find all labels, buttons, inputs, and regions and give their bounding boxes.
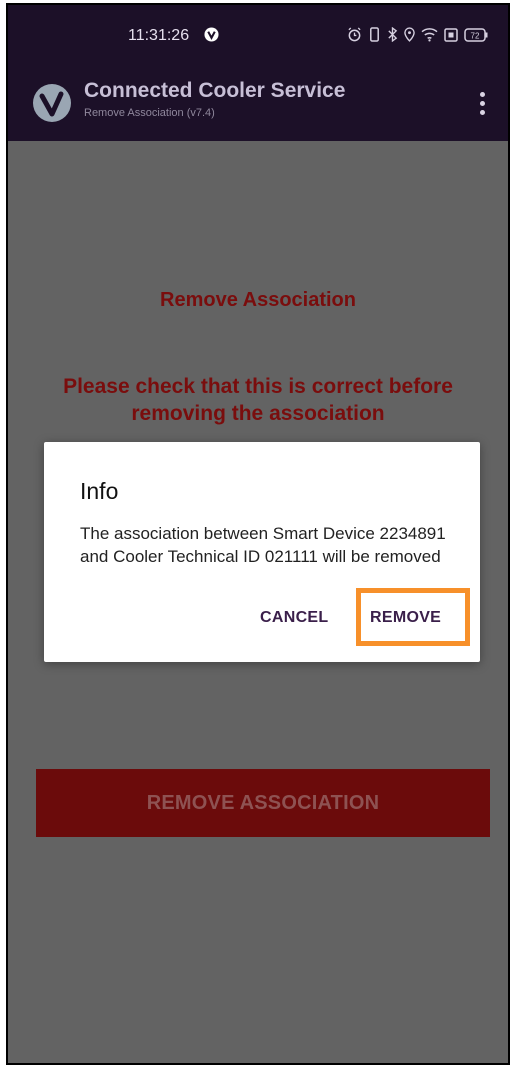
- remove-button[interactable]: REMOVE: [370, 609, 441, 627]
- app-logo-icon: [33, 84, 71, 122]
- location-icon: [404, 27, 415, 42]
- more-vert-icon: [479, 91, 485, 97]
- dialog-title: Info: [80, 478, 119, 504]
- phone-screen: 11:31:26 72 Connected Cooler Service Rem…: [6, 3, 510, 1065]
- status-time: 11:31:26: [128, 27, 190, 44]
- cancel-button[interactable]: CANCEL: [260, 609, 328, 627]
- page-title: Remove Association: [160, 289, 356, 311]
- wifi-icon: [421, 28, 438, 42]
- vpn-icon: [204, 27, 219, 42]
- battery-icon: 72: [464, 27, 488, 42]
- nfc-icon: [444, 27, 458, 42]
- dialog-message: The association between Smart Device 223…: [80, 524, 446, 566]
- info-dialog: Info The association between Smart Devic…: [44, 442, 480, 662]
- vibrate-icon: [370, 27, 379, 42]
- app-subtitle: Remove Association (v7.4): [84, 107, 215, 119]
- status-bar: 11:31:26 72: [8, 5, 508, 69]
- warning-text: Please check that this is correct before…: [63, 375, 453, 425]
- bluetooth-icon: [388, 27, 398, 42]
- overflow-menu-button[interactable]: [470, 85, 494, 121]
- app-bar: Connected Cooler Service Remove Associat…: [8, 69, 508, 141]
- remove-association-button[interactable]: REMOVE ASSOCIATION: [36, 769, 490, 837]
- status-icons: 72: [347, 27, 488, 42]
- alarm-icon: [348, 27, 361, 42]
- battery-level: 72: [471, 31, 480, 40]
- app-title: Connected Cooler Service: [84, 79, 346, 102]
